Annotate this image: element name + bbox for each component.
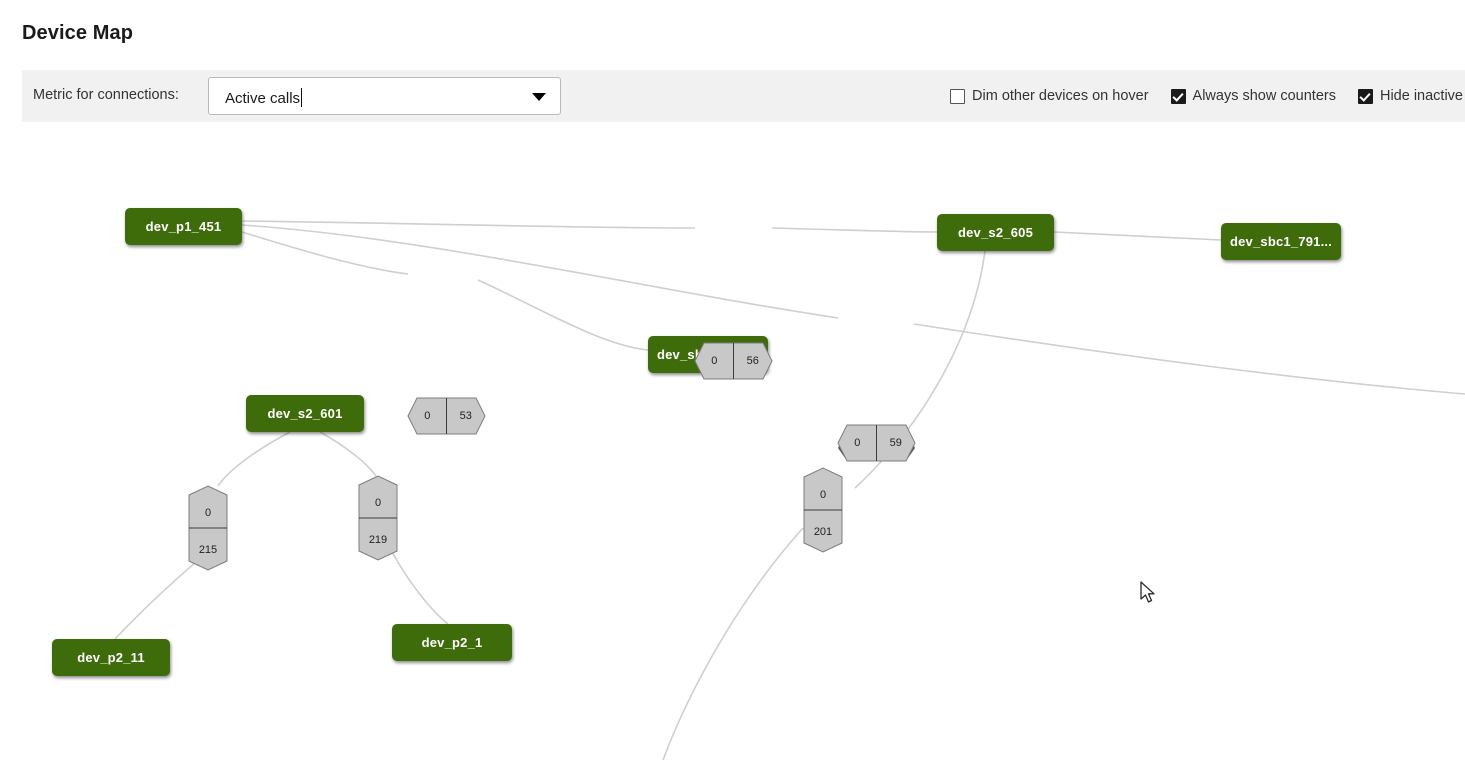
edge-s2605-sbc1791: [1054, 232, 1221, 240]
device-node-label: dev_s2_605: [958, 225, 1033, 240]
toggle-hide-inactive-label: Hide inactive: [1380, 88, 1463, 104]
device-node-label: dev_s2_601: [267, 406, 342, 421]
device-node-label: dev_p2_11: [77, 650, 145, 665]
metric-for-connections-select[interactable]: Active calls: [208, 77, 561, 115]
page-title: Device Map: [22, 22, 133, 45]
connection-counter-b201[interactable]: 0201: [803, 468, 843, 552]
edge-s2601-219: [320, 432, 376, 476]
device-node-dev_p2_1[interactable]: dev_p2_1: [392, 624, 512, 661]
metric-select-value: Active calls: [225, 88, 302, 107]
edge-56-s2605: [772, 228, 937, 232]
map-toolbar: Metric for connections: Active calls Dim…: [22, 70, 1465, 122]
edge-p1451-s2605: [242, 221, 695, 228]
metric-select-text: Active calls: [225, 90, 300, 107]
toggle-always-show-counters-label: Always show counters: [1193, 88, 1336, 104]
text-caret: [301, 88, 302, 107]
edge-215-p2-11: [115, 562, 196, 639]
device-map-canvas[interactable]: dev_p1_451 dev_s2_605 dev_sbc1_791... dev_s…: [0, 128, 1465, 760]
toggle-dim-other-devices-label: Dim other devices on hover: [972, 88, 1149, 104]
edge-59-far-right: [914, 324, 1465, 394]
checkbox-dim-other-devices[interactable]: [950, 89, 965, 104]
toggle-dim-other-devices[interactable]: Dim other devices on hover: [950, 88, 1149, 104]
device-node-dev_p1_451[interactable]: dev_p1_451: [125, 208, 242, 245]
device-node-dev_s2_601[interactable]: dev_s2_601: [246, 395, 364, 432]
connection-counter-b53[interactable]: 053: [408, 396, 485, 436]
connection-counter-b59[interactable]: 059: [838, 423, 915, 463]
edge-219-p2-1: [392, 552, 448, 624]
checkbox-hide-inactive[interactable]: [1358, 89, 1373, 104]
device-node-dev_p2_11[interactable]: dev_p2_11: [52, 639, 170, 676]
toggle-hide-inactive[interactable]: Hide inactive: [1358, 88, 1463, 104]
device-node-label: dev_p2_1: [422, 635, 483, 650]
connection-counter-b215[interactable]: 0215: [188, 486, 228, 570]
device-node-label: dev_p1_451: [146, 219, 222, 234]
edge-p1451-53: [242, 232, 408, 274]
device-node-dev_sbc1_791[interactable]: dev_sbc1_791...: [1221, 223, 1341, 260]
edge-201-bottom: [663, 528, 803, 760]
connection-counter-b56[interactable]: 056: [695, 341, 772, 381]
edge-s2601-215: [218, 432, 290, 486]
device-node-label: dev_sbc1_791...: [1230, 234, 1332, 249]
metric-label: Metric for connections:: [33, 87, 179, 103]
edge-53-sbc1741: [478, 280, 648, 350]
edge-p1451-far-right: [242, 225, 838, 318]
device-node-dev_s2_605[interactable]: dev_s2_605: [937, 214, 1054, 251]
map-options-group: Dim other devices on hover Always show c…: [928, 70, 1463, 122]
toggle-always-show-counters[interactable]: Always show counters: [1171, 88, 1336, 104]
chevron-down-icon[interactable]: [520, 88, 560, 106]
connection-counter-b219[interactable]: 0219: [358, 476, 398, 560]
checkbox-always-show-counters[interactable]: [1171, 89, 1186, 104]
